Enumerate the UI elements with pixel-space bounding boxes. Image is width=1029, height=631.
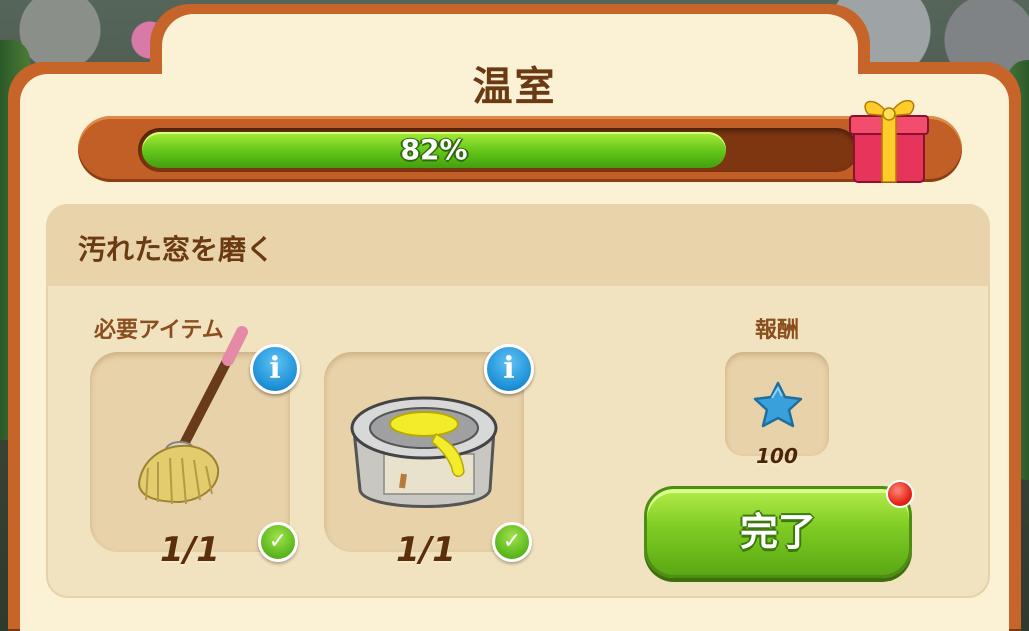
gift-icon[interactable]	[846, 86, 930, 186]
reward-amount: 100	[756, 444, 798, 468]
reward-label: 報酬	[754, 318, 799, 343]
notification-dot	[886, 480, 914, 508]
check-icon: ✓	[258, 522, 298, 562]
paint-can-icon	[350, 396, 498, 508]
check-icon: ✓	[492, 522, 532, 562]
mop-icon	[138, 326, 248, 505]
progress-percent: 82%	[400, 133, 468, 166]
item-count-paint-can: 1/1	[396, 530, 456, 570]
complete-button[interactable]: 完了	[644, 486, 912, 578]
info-icon[interactable]: i	[250, 344, 300, 394]
task-title: 汚れた窓を磨く	[78, 233, 275, 266]
blue-star-icon	[753, 381, 803, 428]
info-icon[interactable]: i	[484, 344, 534, 394]
complete-button-label: 完了	[739, 510, 816, 554]
item-count-mop: 1/1	[160, 530, 220, 570]
